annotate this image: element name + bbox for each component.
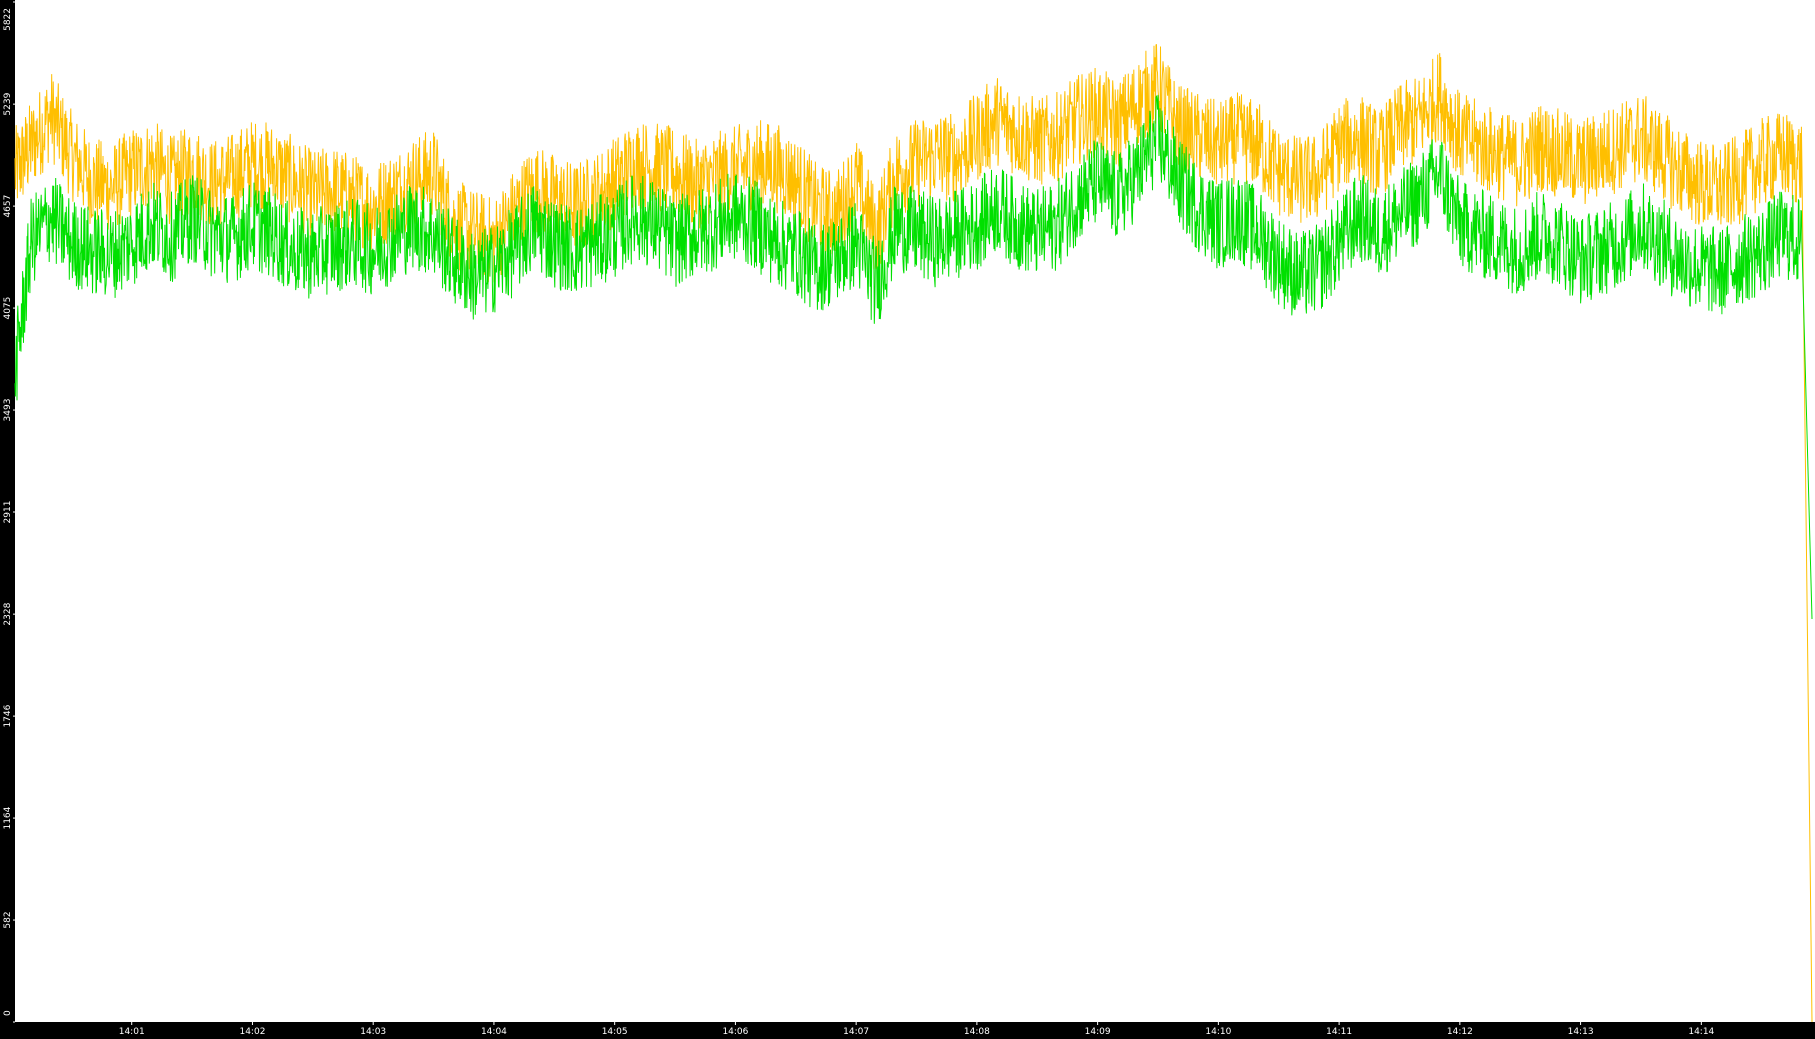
x-tick-label: 14:12 — [1447, 1027, 1473, 1037]
x-tick-label: 14:07 — [843, 1027, 869, 1037]
y-tick-label: 4075 — [3, 297, 13, 320]
y-tick-label: 582 — [3, 911, 13, 928]
x-tick-label: 14:01 — [119, 1027, 145, 1037]
x-tick-label: 14:02 — [239, 1027, 265, 1037]
y-tick-label: 5822 — [3, 8, 13, 31]
line-chart: 0 582 1164 1746 2328 2911 3493 4075 4657 5239 5822… — [0, 0, 1815, 1039]
y-tick-label: 2328 — [3, 602, 13, 625]
y-tick-label: 1746 — [3, 704, 13, 727]
x-tick-label: 14:08 — [964, 1027, 990, 1037]
y-tick-label: 5239 — [3, 92, 13, 115]
y-tick-label: 4657 — [3, 195, 13, 218]
x-axis-band — [0, 1022, 1815, 1039]
y-tick-label: 0 — [3, 1010, 13, 1016]
y-tick-label: 2911 — [3, 501, 13, 524]
x-tick-label: 14:09 — [1085, 1027, 1111, 1037]
x-tick-label: 14:05 — [602, 1027, 628, 1037]
x-tick-label: 14:06 — [722, 1027, 748, 1037]
y-tick-label: 3493 — [3, 399, 13, 422]
x-tick-label: 14:10 — [1205, 1027, 1231, 1037]
y-tick-label: 1164 — [3, 806, 13, 829]
x-tick-label: 14:13 — [1568, 1027, 1594, 1037]
x-tick-label: 14:11 — [1326, 1027, 1352, 1037]
x-tick-label: 14:14 — [1688, 1027, 1714, 1037]
x-tick-label: 14:04 — [481, 1027, 507, 1037]
x-tick-label: 14:03 — [360, 1027, 386, 1037]
